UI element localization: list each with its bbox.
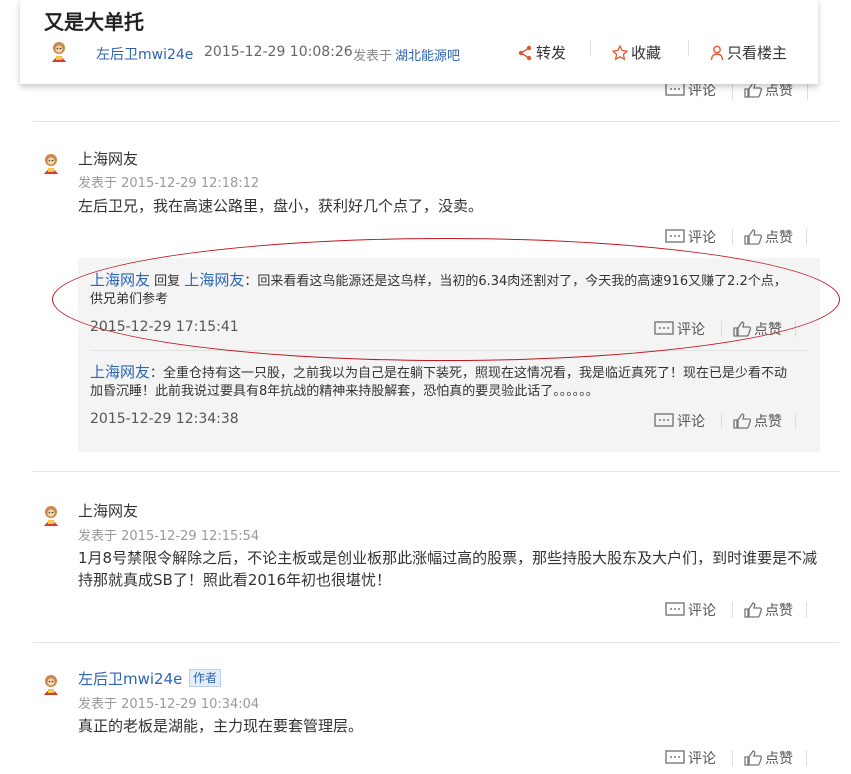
comment-button[interactable]: 评论 [665, 748, 716, 768]
comment-button[interactable]: 评论 [665, 600, 716, 620]
post-author[interactable]: 左后卫mwi24e [78, 668, 182, 689]
like-button[interactable]: 点赞 [744, 748, 793, 768]
thumbs-up-icon [733, 321, 751, 337]
avatar[interactable] [40, 152, 62, 174]
reply-user[interactable]: 上海网友 [90, 271, 150, 289]
thread-time: 2015-12-29 10:08:26 [204, 44, 353, 60]
reply-text: ：全重仓持有这一只股，之前我以为自己是在躺下装死，照现在这情况看，我是临近真死了… [90, 366, 788, 399]
star-icon [612, 44, 628, 61]
comment-label: 评论 [677, 414, 705, 430]
divider [732, 229, 733, 245]
thumbs-up-icon [744, 82, 762, 98]
reply-like-button[interactable]: 点赞 [733, 319, 782, 339]
post-time: 发表于 2015-12-29 10:34:04 [78, 697, 260, 712]
favorite-label: 收藏 [631, 44, 662, 62]
divider [795, 413, 796, 429]
owner-only-label: 只看楼主 [727, 44, 788, 62]
thread-title: 又是大单托 [44, 10, 144, 34]
comment-icon [665, 602, 685, 618]
post-time: 发表于 2015-12-29 12:18:12 [78, 176, 260, 191]
post-item: 左后卫mwi24e 作者 发表于 2015-12-29 10:34:04 真正的… [33, 642, 839, 774]
thumbs-up-icon [744, 602, 762, 618]
comment-icon [654, 321, 674, 337]
comment-icon [665, 82, 685, 98]
reply-item: 上海网友：全重仓持有这一只股，之前我以为自己是在躺下装死，照现在这情况看，我是临… [90, 363, 790, 401]
divider [806, 229, 807, 245]
reply-word: 回复 [154, 274, 181, 289]
post-author[interactable]: 上海网友 [78, 148, 138, 169]
monkey-avatar-icon [52, 42, 66, 62]
divider [590, 40, 591, 56]
post-item: 上海网友 发表于 2015-12-29 12:15:54 1月8号禁限令解除之后… [33, 471, 839, 642]
monkey-avatar-icon [44, 506, 58, 526]
reply-comment-button[interactable]: 评论 [654, 319, 705, 339]
reply-to-user[interactable]: 上海网友 [184, 271, 244, 289]
forum-link[interactable]: 湖北能源吧 [395, 45, 460, 64]
divider [806, 602, 807, 618]
divider [732, 602, 733, 618]
like-label: 点赞 [765, 230, 793, 246]
divider [806, 750, 807, 766]
divider [688, 40, 689, 56]
like-label: 点赞 [765, 603, 793, 619]
comment-icon [665, 750, 685, 766]
like-label: 点赞 [765, 751, 793, 767]
reply-comment-button[interactable]: 评论 [654, 411, 705, 431]
comment-label: 评论 [688, 751, 716, 767]
divider [721, 413, 722, 429]
reply-item: 上海网友 回复 上海网友：回来看看这鸟能源还是这鸟样，当初的6.34肉还割对了，… [90, 271, 790, 309]
comment-button[interactable]: 评论 [665, 227, 716, 247]
divider [807, 84, 808, 100]
post-time: 发表于 2015-12-29 12:15:54 [78, 529, 260, 544]
comment-label: 评论 [688, 230, 716, 246]
post-content: 真正的老板是湖能，主力现在要套管理层。 [78, 717, 364, 735]
like-button[interactable]: 点赞 [744, 227, 793, 247]
divider [732, 750, 733, 766]
reply-time: 2015-12-29 17:15:41 [90, 319, 239, 335]
thumbs-up-icon [744, 750, 762, 766]
author-badge: 作者 [189, 669, 222, 687]
divider [721, 321, 722, 337]
post-content: 左后卫兄，我在高速公路里，盘小，获利好几个点了，没卖。 [78, 197, 484, 215]
avatar[interactable] [40, 504, 62, 526]
owner-only-button[interactable]: 只看楼主 [710, 42, 787, 63]
reply-divider [90, 350, 808, 351]
like-label: 点赞 [754, 322, 782, 338]
post-author[interactable]: 上海网友 [78, 500, 138, 521]
forward-label: 转发 [536, 44, 567, 62]
share-icon [517, 45, 533, 61]
reply-list: 上海网友 回复 上海网友：回来看看这鸟能源还是这鸟样，当初的6.34肉还割对了，… [78, 258, 820, 452]
reply-user[interactable]: 上海网友 [90, 363, 150, 381]
comment-label: 评论 [688, 603, 716, 619]
comment-icon [665, 229, 685, 245]
reply-time: 2015-12-29 12:34:38 [90, 411, 239, 427]
forward-button[interactable]: 转发 [517, 42, 566, 63]
person-icon [710, 45, 724, 61]
avatar[interactable] [48, 40, 70, 62]
thread-header: 又是大单托 左后卫mwi24e 2015-12-29 10:08:26 发表于 … [20, 0, 818, 84]
posted-in-label: 发表于 [353, 49, 393, 64]
divider [795, 321, 796, 337]
thumbs-up-icon [744, 229, 762, 245]
comment-label: 评论 [677, 322, 705, 338]
reply-like-button[interactable]: 点赞 [733, 411, 782, 431]
monkey-avatar-icon [44, 154, 58, 174]
thread-author[interactable]: 左后卫mwi24e [96, 44, 193, 64]
thumbs-up-icon [733, 413, 751, 429]
favorite-button[interactable]: 收藏 [612, 42, 661, 63]
divider [732, 84, 733, 100]
like-label: 点赞 [754, 414, 782, 430]
comment-icon [654, 413, 674, 429]
monkey-avatar-icon [44, 675, 58, 695]
like-button[interactable]: 点赞 [744, 600, 793, 620]
post-content: 1月8号禁限令解除之后，不论主板或是创业板那此涨幅过高的股票，那些持股大股东及大… [78, 549, 818, 589]
avatar[interactable] [40, 673, 62, 695]
